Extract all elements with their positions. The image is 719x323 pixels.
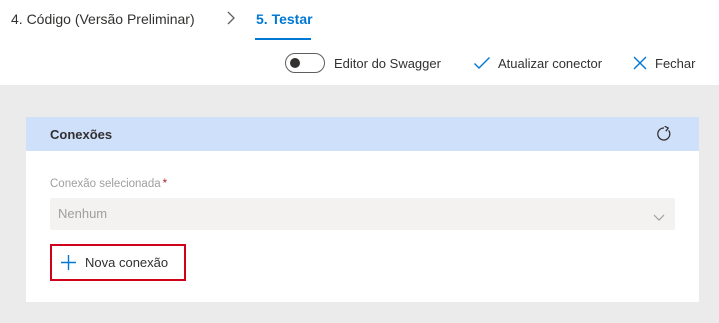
new-connection-button[interactable]: Nova conexão	[50, 244, 186, 281]
update-connector-button[interactable]: Atualizar conector	[470, 40, 615, 85]
selected-connection-label: Conexão selecionada *	[50, 178, 167, 190]
connections-card-header: Conexões	[26, 117, 699, 151]
update-connector-label: Atualizar conector	[498, 56, 603, 71]
refresh-icon[interactable]	[656, 125, 672, 142]
swagger-editor-toggle[interactable]	[285, 53, 325, 73]
chevron-down-icon	[653, 209, 665, 221]
chevron-right-icon	[225, 8, 237, 28]
close-button[interactable]: Fechar	[628, 40, 703, 85]
wizard-steps: 4. Código (Versão Preliminar) 5. Testar	[0, 0, 719, 40]
step-5-test[interactable]: 5. Testar	[256, 10, 313, 28]
close-label: Fechar	[655, 56, 696, 71]
required-mark: *	[162, 178, 168, 190]
step-4-code-preview[interactable]: 4. Código (Versão Preliminar)	[11, 10, 195, 28]
toggle-knob	[290, 58, 300, 68]
plus-icon	[61, 255, 76, 270]
checkmark-icon	[474, 57, 490, 69]
connections-title: Conexões	[50, 127, 113, 142]
test-canvas: Conexões Conexão selecionada * Nenhum Nov…	[0, 85, 719, 323]
command-bar: Editor do Swagger Atualizar conector Fec…	[0, 40, 719, 85]
connection-select[interactable]: Nenhum	[50, 198, 675, 230]
connections-card: Conexões Conexão selecionada * Nenhum Nov…	[26, 117, 699, 302]
selected-connection-label-text: Conexão selecionada	[50, 178, 161, 190]
swagger-editor-label: Editor do Swagger	[334, 56, 441, 71]
new-connection-label: Nova conexão	[85, 255, 169, 270]
close-icon	[633, 56, 647, 70]
connection-select-value: Nenhum	[58, 206, 108, 221]
